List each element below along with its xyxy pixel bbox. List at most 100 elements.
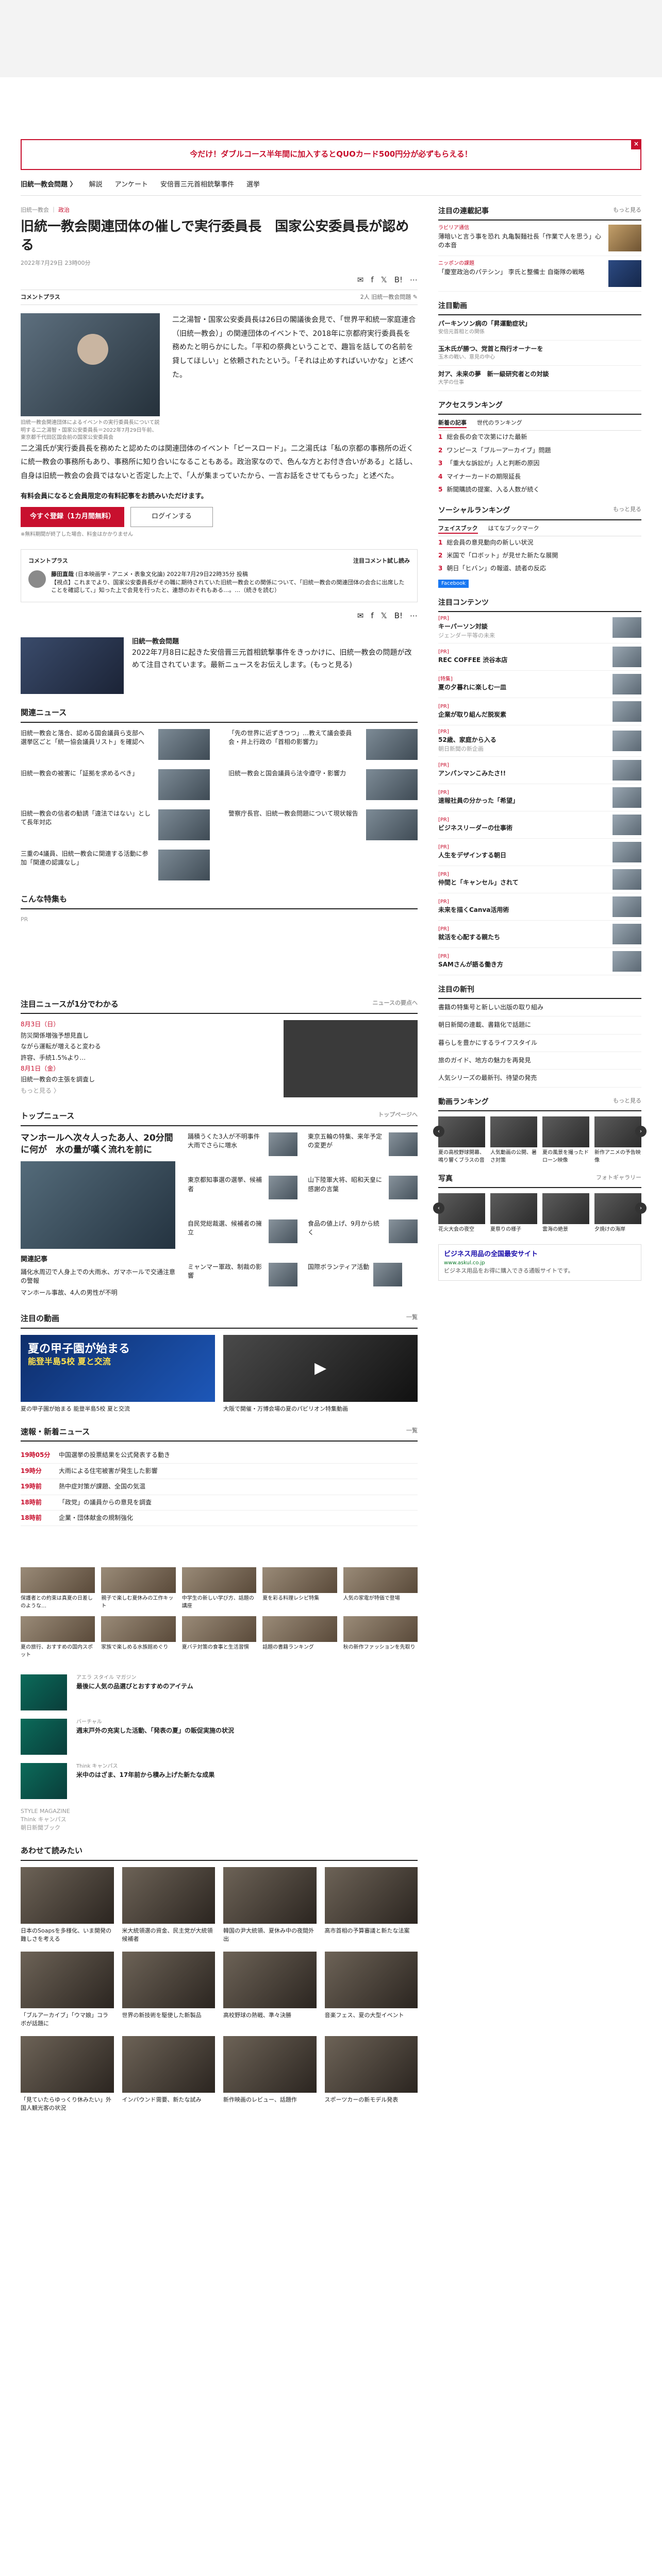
list-item[interactable]: 旧統一教会の主張を調査し	[21, 1075, 273, 1084]
subscription-promo-banner[interactable]: 今だけ！ダブルコース半年間に加入するとQUOカード500円分が必ずもらえる！ ×	[21, 139, 641, 170]
carousel-item[interactable]: 新作アニメの予告映像	[594, 1116, 641, 1164]
topnews-more-link[interactable]: トップページへ	[378, 1111, 418, 1122]
brand-logo[interactable]: STYLE MAGAZINE	[21, 1807, 418, 1816]
tab-generation[interactable]: 世代のランキング	[477, 419, 522, 428]
list-item[interactable]: 19時分 大雨による住宅被害が発生した影響	[21, 1464, 418, 1480]
x-icon[interactable]: 𝕏	[381, 275, 387, 286]
list-item[interactable]: 旧統一教会の信者の勧誘「違法ではない」として長年対応	[21, 809, 210, 840]
list-item[interactable]: [特集] 夏の夕暮れに楽しむ一皿	[438, 671, 641, 698]
list-item[interactable]: 対ア、未来の夢 新一級研究者との対談 大学の仕事	[438, 366, 641, 392]
list-item[interactable]: 食品の値上げ、9月から続く	[308, 1219, 418, 1257]
list-item[interactable]: 玉木氏が勝つ、党首と飛行オーナーを 玉木の戦い、意見の中心	[438, 341, 641, 366]
reco-card[interactable]: 韓国の尹大統領、夏休み中の夜間外出	[223, 1867, 317, 1943]
facebook-icon[interactable]: f	[371, 611, 373, 622]
promo-card[interactable]: 夏の旅行、おすすめの国内スポット	[21, 1616, 95, 1659]
crumb-politics[interactable]: 政治	[58, 207, 70, 213]
feature-label[interactable]: 旧統一教会問題	[132, 637, 418, 647]
list-item[interactable]: 国際ボランティア活動	[308, 1262, 418, 1300]
carousel-item[interactable]: 雲海の絶景	[542, 1193, 589, 1234]
mail-icon[interactable]: ✉	[357, 275, 364, 286]
mail-icon[interactable]: ✉	[357, 611, 364, 622]
comment-plus-label[interactable]: コメントプラス	[21, 293, 60, 301]
list-item[interactable]: 2 ワンピース「ブルーアーカイブ」問題	[438, 444, 641, 457]
topnews-lead[interactable]: マンホールへ次々人ったあ人、20分間に何が 水の量が嘆く流れを前に 関連記事 踊…	[21, 1132, 175, 1300]
list-item[interactable]: 18時前 企業・団体献金の規制強化	[21, 1511, 418, 1527]
video-card[interactable]: ▶ 大阪で開催・万博会場の夏のパビリオン特集動画	[223, 1334, 418, 1413]
reco-card[interactable]: 日本のSoapsを多様化、いま開発の難しさを考える	[21, 1867, 114, 1943]
news1min-video[interactable]	[284, 1020, 418, 1098]
nav-item-unification[interactable]: 旧統一教会問題 〉	[21, 180, 77, 190]
list-item[interactable]: 4 マイナーカードの期限延長	[438, 470, 641, 483]
topnews-lead-title[interactable]: マンホールへ次々人ったあ人、20分間に何が 水の量が嘆く流れを前に	[21, 1132, 175, 1156]
carousel-item[interactable]: 夕焼けの海岸	[594, 1193, 641, 1234]
list-item[interactable]: ながら運転が増えると変わる	[21, 1042, 273, 1051]
list-item[interactable]: [PR] SAMさんが語る働き方	[438, 948, 641, 975]
nav-item-survey[interactable]: アンケート	[115, 180, 148, 190]
list-item[interactable]: 「先の世界に近ずきつつ」…教えて議会委員会・井上行政の「首相の影響力」	[228, 728, 418, 760]
reco-card[interactable]: 音楽フェス、夏の大型イベント	[324, 1951, 418, 2028]
watch-more-link[interactable]: 一覧	[406, 1313, 418, 1325]
nav-item-explain[interactable]: 解説	[89, 180, 103, 190]
list-item[interactable]: [PR] アンパンマンこみたさ!!	[438, 757, 641, 784]
brand-item[interactable]: バーチャル 週末戸外の充実した活動、「発表の夏」の販促実施の状況	[21, 1719, 418, 1755]
carousel-item[interactable]: 人気動画の公開、暑さ対策	[490, 1116, 537, 1164]
list-item[interactable]: [PR] 企業が取り組んだ脱炭素	[438, 698, 641, 725]
facebook-button[interactable]: Facebook	[438, 579, 469, 588]
flash-more-link[interactable]: 一覧	[406, 1427, 418, 1438]
video-caption[interactable]: 夏の甲子園が始まる 能登半島5校 夏と交流	[21, 1405, 130, 1412]
list-item[interactable]: 5 新聞購読の提案、入る人数が続く	[438, 483, 641, 496]
promo-card[interactable]: 夏を彩る料理レシピ特集	[262, 1567, 337, 1610]
nav-item-abe[interactable]: 安倍晋三元首相銃撃事件	[160, 180, 234, 190]
list-item[interactable]: [PR] 52歳、家庭から入る 朝日新聞の新企画	[438, 725, 641, 757]
tab-new[interactable]: 新着の記事	[438, 419, 467, 429]
more-link[interactable]: もっと見る 〉	[21, 1087, 273, 1095]
ad-url[interactable]: www.askul.co.jp	[444, 1260, 636, 1267]
list-item[interactable]: ニッポンの課題 「慶室政治のパテシン」 李氏と整備士 自衛隊の戦略	[438, 256, 641, 292]
list-item[interactable]: 山下陸軍大将、昭和天皇に感謝の言葉	[308, 1176, 418, 1213]
list-item[interactable]: 1 総会員の意見動向の新しい状況	[438, 536, 641, 549]
list-item[interactable]: 2 米国で「ロボット」が見せた新たな展開	[438, 549, 641, 562]
list-item[interactable]: ラビリア通信 薄暗いと言う事を恐れ 丸亀製麺社長「作業で人を思う」心の本音	[438, 221, 641, 257]
list-item[interactable]: 旅のガイド、地方の魅力を再発見	[438, 1052, 641, 1070]
list-item[interactable]: [PR] ビジネスリーダーの仕事術	[438, 811, 641, 839]
list-item[interactable]: 19時05分 中国選挙の投票結果を公式発表する動き	[21, 1448, 418, 1464]
list-item[interactable]: マンホール事故、4人の男性が不明	[21, 1289, 175, 1297]
more-icon[interactable]: ⋯	[410, 275, 418, 286]
hatena-icon[interactable]: B!	[394, 611, 403, 622]
list-item[interactable]: 旧統一教会の被害に「証拠を求めるべき」	[21, 769, 210, 800]
crumb-unification[interactable]: 旧統一教会	[21, 207, 49, 213]
list-item[interactable]: 旧統一教会と国会議員ら法令遵守・影響力	[228, 769, 418, 800]
list-item[interactable]: [PR] 人生をデザインする朝日	[438, 839, 641, 866]
side-ad[interactable]: ビジネス用品の全国最安サイト www.askul.co.jp ビジネス用品をお得…	[438, 1244, 641, 1281]
tab-facebook[interactable]: フェイスブック	[438, 524, 478, 534]
nav-item-election[interactable]: 選挙	[246, 180, 260, 190]
reco-card[interactable]: 新作映画のレビュー、話題作	[223, 2036, 317, 2112]
reco-card[interactable]: 世界の新技術を駆使した新製品	[122, 1951, 215, 2028]
list-item[interactable]: 自民党総裁選、候補者の擁立	[188, 1219, 297, 1257]
list-item[interactable]: パーキンソン病の「昇運動症状」 安倍元首相との関係	[438, 315, 641, 341]
promo-card[interactable]: 夏バテ対策の食事と生活習慣	[181, 1616, 257, 1659]
more-link[interactable]: フォトギャラリー	[596, 1174, 641, 1184]
list-item[interactable]: 防災関係増強予想見直し	[21, 1031, 273, 1040]
more-icon[interactable]: ⋯	[410, 611, 418, 622]
list-item[interactable]: 旧統一教会と落合、認める国会議員ら支部へ 選挙区ごと「統一協会議員リスト」を確認…	[21, 728, 210, 760]
list-item[interactable]: 警察庁長官、旧統一教会問題について現状報告	[228, 809, 418, 840]
list-item[interactable]: 暮らしを豊かにするライフスタイル	[438, 1035, 641, 1052]
reco-card[interactable]: スポーツカーの新モデル発表	[324, 2036, 418, 2112]
comment-plus-count[interactable]: 2人 旧統一教会問題 ✎	[360, 293, 418, 301]
list-item[interactable]: 踊化水周辺で人身上での大雨水、ガマホールで交通注意の警報	[21, 1268, 175, 1286]
carousel-item[interactable]: 夏の風景を撮ったドローン映像	[542, 1116, 589, 1164]
feature-image[interactable]	[21, 637, 124, 694]
brand-item[interactable]: Think キャンパス 米中のはざま、17年前から積み上げた新たな成果	[21, 1763, 418, 1800]
list-item[interactable]: 1 総会長の会で次第にけた最新	[438, 431, 641, 444]
article-photo[interactable]: 旧統一教会関連団体によるイベントの実行委員長について説明する二之湯智・国家公安委…	[21, 313, 160, 442]
list-item[interactable]: 東京都知事選の選挙、候補者	[188, 1176, 297, 1213]
video-card[interactable]: 夏の甲子園が始まる 能登半島5校 夏と交流 夏の甲子園が始まる 能登半島5校 夏…	[21, 1334, 215, 1413]
reco-card[interactable]: インバウンド需要、新たな試み	[122, 2036, 215, 2112]
list-item[interactable]: ミャンマー軍政、制裁の影響	[188, 1262, 297, 1300]
x-icon[interactable]: 𝕏	[381, 611, 387, 622]
news1min-more-link[interactable]: ニュースの要点へ	[373, 999, 418, 1010]
list-item[interactable]: 踊積うくた3人が不明事件 大雨でさらに増水	[188, 1132, 297, 1170]
facebook-icon[interactable]: f	[371, 275, 373, 286]
comment-text[interactable]: 【視点】これまでより、国家公安委員長がその職に期待されていた旧統一教会との関係に…	[51, 579, 410, 595]
